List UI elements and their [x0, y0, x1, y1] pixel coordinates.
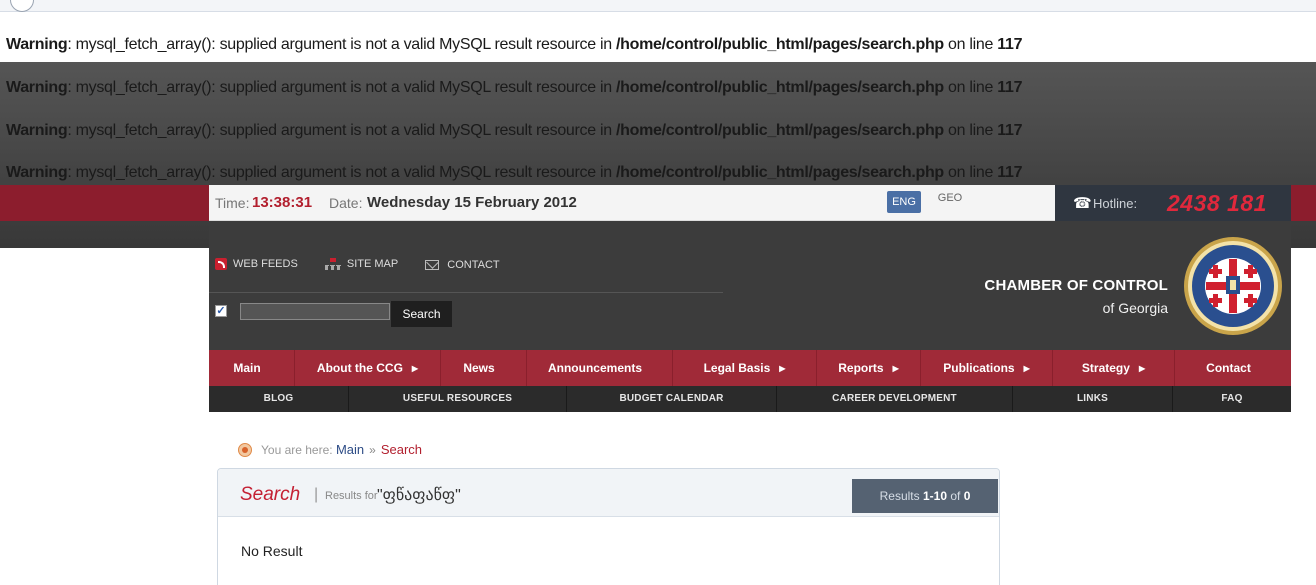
nav-strategy[interactable]: Strategy ▶ — [1053, 350, 1175, 386]
nav-news[interactable]: News — [441, 350, 527, 386]
subnav-budget-calendar[interactable]: BUDGET CALENDAR — [567, 386, 777, 412]
breadcrumb-main-link[interactable]: Main — [336, 442, 364, 457]
header-top-links: WEB FEEDS SITE MAP CONTACT — [215, 258, 524, 273]
results-divider: | — [314, 486, 319, 503]
results-query: "ფწაფაწფ" — [377, 487, 461, 504]
site-map-link[interactable]: SITE MAP — [324, 258, 410, 270]
subnav-links[interactable]: LINKS — [1013, 386, 1173, 412]
site-header: WEB FEEDS SITE MAP CONTACT ✓ Search CHAM… — [209, 222, 1291, 350]
search-input[interactable] — [240, 303, 390, 320]
subnav-useful-resources[interactable]: USEFUL RESOURCES — [349, 386, 567, 412]
results-title: Search — [240, 484, 301, 505]
nav-main[interactable]: Main — [209, 350, 295, 386]
main-nav: Main About the CCG ▶ News Announcements L… — [209, 350, 1291, 386]
chevron-right-icon: ▶ — [1023, 364, 1030, 373]
nav-reports[interactable]: Reports ▶ — [817, 350, 921, 386]
mail-icon — [425, 260, 440, 270]
nav-about[interactable]: About the CCG ▶ — [295, 350, 441, 386]
sitemap-icon — [324, 258, 341, 270]
lang-eng-button[interactable]: ENG — [887, 191, 921, 213]
results-count-badge: Results 1-10 of 0 — [852, 479, 998, 513]
subnav-faq[interactable]: FAQ — [1173, 386, 1291, 412]
breadcrumb-separator: » — [369, 442, 376, 457]
nav-publications[interactable]: Publications ▶ — [921, 350, 1053, 386]
sub-nav: BLOG USEFUL RESOURCES BUDGET CALENDAR CA… — [209, 386, 1291, 412]
subnav-career-development[interactable]: CAREER DEVELOPMENT — [777, 386, 1013, 412]
circle-icon — [10, 0, 34, 12]
brand-line-1: CHAMBER OF CONTROL — [984, 277, 1168, 294]
php-warning: Warning: mysql_fetch_array(): supplied a… — [6, 36, 1023, 53]
brand-line-2: of Georgia — [1102, 300, 1168, 316]
breadcrumb: You are here: Main » Search — [238, 442, 422, 457]
browser-top-strip — [0, 0, 1316, 12]
search-results-panel: Search | Results for "ფწაფაწფ" Results 1… — [217, 468, 1000, 585]
contact-link[interactable]: CONTACT — [425, 259, 511, 271]
nav-announcements[interactable]: Announcements — [527, 350, 673, 386]
time-bar: Time: 13:38:31 Date: Wednesday 15 Februa… — [209, 185, 1291, 221]
search-button[interactable]: Search — [391, 301, 452, 327]
chevron-right-icon: ▶ — [779, 364, 786, 373]
web-feeds-link[interactable]: WEB FEEDS — [215, 258, 310, 270]
chamber-emblem-icon[interactable] — [1183, 236, 1283, 336]
subnav-blog[interactable]: BLOG — [209, 386, 349, 412]
breadcrumb-current: Search — [380, 442, 423, 457]
chevron-right-icon: ▶ — [1138, 364, 1146, 373]
date-value: Wednesday 15 February 2012 — [367, 194, 577, 211]
nav-contact[interactable]: Contact — [1175, 350, 1291, 386]
header-divider — [209, 292, 723, 293]
time-value: 13:38:31 — [252, 194, 313, 211]
php-warning: Warning: mysql_fetch_array(): supplied a… — [6, 122, 1023, 139]
hotline-label: Hotline: — [1093, 196, 1138, 211]
brand-title: CHAMBER OF CONTROL of Georgia — [984, 277, 1168, 316]
rss-icon — [215, 258, 227, 270]
location-icon — [238, 442, 252, 457]
hotline-box: ☎ Hotline: 2438 181 — [1055, 185, 1291, 221]
lang-geo-button[interactable]: GEO — [933, 191, 967, 213]
breadcrumb-prefix: You are here: — [261, 442, 333, 457]
nav-legal-basis[interactable]: Legal Basis ▶ — [673, 350, 817, 386]
chevron-right-icon: ▶ — [411, 364, 419, 373]
results-for-label: Results for — [325, 490, 378, 502]
search-checkbox[interactable]: ✓ — [215, 305, 227, 317]
php-warning: Warning: mysql_fetch_array(): supplied a… — [6, 79, 1023, 96]
date-label: Date: — [329, 195, 363, 211]
results-header: Search | Results for "ფწაფაწფ" Results 1… — [218, 469, 999, 517]
phone-icon: ☎ — [1073, 195, 1092, 212]
no-result-message: No Result — [241, 543, 303, 559]
time-label: Time: — [215, 195, 250, 211]
php-warning: Warning: mysql_fetch_array(): supplied a… — [6, 164, 1023, 181]
hotline-number: 2438 181 — [1167, 190, 1267, 216]
chevron-right-icon: ▶ — [892, 364, 899, 373]
